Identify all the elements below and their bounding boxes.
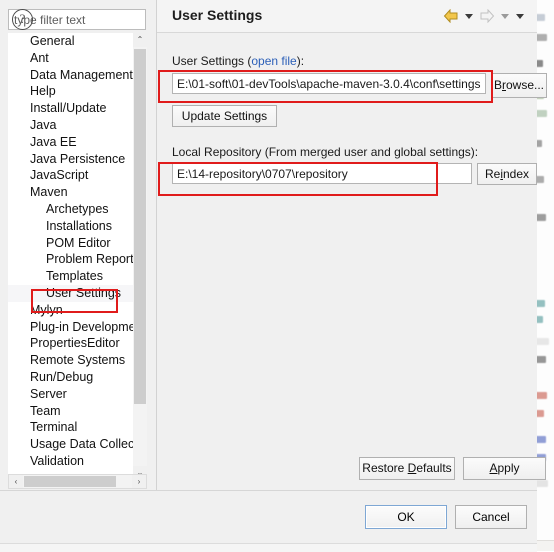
tree-item-label: PropertiesEditor	[30, 336, 120, 351]
tree-item[interactable]: Ant	[8, 50, 133, 67]
tree-item[interactable]: Terminal	[8, 419, 133, 436]
tree-item-label: Ant	[30, 50, 49, 65]
tree-item[interactable]: Install/Update	[8, 100, 133, 117]
scroll-up-icon[interactable]: ⌃	[133, 33, 147, 47]
user-settings-path-input[interactable]	[172, 73, 486, 94]
tree-item-label: Data Management	[30, 67, 133, 82]
tree-item-label: Run/Debug	[30, 369, 94, 384]
preferences-dialog: General Ant Data Management Help Install/Upd…	[0, 0, 547, 552]
settings-form: User Settings (open file): Browse... Upd…	[157, 33, 547, 480]
tree-item[interactable]: Java	[8, 117, 133, 134]
tree-item-label: Installations	[46, 218, 113, 233]
tree-item[interactable]: General	[8, 33, 133, 50]
tree-item-label: Maven	[30, 185, 68, 200]
tree-item[interactable]: Server	[8, 386, 133, 403]
tree-item[interactable]: POM Editor	[8, 235, 133, 252]
tree-item-label: Remote Systems	[30, 353, 126, 368]
tree-item[interactable]: JavaScript	[8, 167, 133, 184]
panel-header: User Settings	[157, 0, 537, 33]
tree-item[interactable]: Usage Data Collector	[8, 436, 133, 453]
tree-item[interactable]: Installations	[8, 218, 133, 235]
apply-button[interactable]: Apply	[463, 457, 546, 480]
tree-item[interactable]: Java EE	[8, 134, 133, 151]
help-icon[interactable]: ?	[12, 9, 33, 30]
tree-item[interactable]: Data Management	[8, 67, 133, 84]
reindex-button[interactable]: Reindex	[477, 163, 537, 185]
tree-item[interactable]: Validation	[8, 453, 133, 470]
tree-item-label: Terminal	[30, 420, 78, 435]
browse-button[interactable]: Browse...	[491, 73, 547, 98]
cancel-button[interactable]: Cancel	[455, 505, 527, 529]
tree-item-label: Problem Reporting	[46, 252, 133, 267]
tree-item-label: Validation	[30, 453, 84, 468]
tree-item[interactable]: Templates	[8, 268, 133, 285]
ok-button[interactable]: OK	[365, 505, 447, 529]
user-settings-label: User Settings (open file):	[172, 54, 304, 68]
back-history-dropdown-icon[interactable]	[462, 7, 476, 25]
tree-vertical-scroll-thumb[interactable]	[134, 49, 146, 404]
tree-item[interactable]: Team	[8, 403, 133, 420]
tree-vertical-scrollbar[interactable]: ⌃ ⌄	[133, 33, 147, 480]
tree-item-label: Team	[30, 403, 61, 418]
tree-item[interactable]: Archetypes	[8, 201, 133, 218]
tree-item[interactable]: Help	[8, 83, 133, 100]
tree-item[interactable]: Problem Reporting	[8, 251, 133, 268]
update-settings-button[interactable]: Update Settings	[172, 105, 277, 127]
tree-item[interactable]: User Settings	[8, 284, 133, 302]
forward-arrow-icon[interactable]	[477, 7, 497, 25]
tree-item-label: Server	[30, 386, 67, 401]
panel-nav-toolbar	[441, 7, 527, 25]
browse-button-label: Browse...	[493, 78, 545, 92]
restore-defaults-button[interactable]: Restore Defaults	[359, 457, 455, 480]
tree-item-label: Java	[30, 117, 57, 132]
panel-menu-caret-icon[interactable]	[513, 7, 527, 25]
back-arrow-icon[interactable]	[441, 7, 461, 25]
tree-item[interactable]: Remote Systems	[8, 352, 133, 369]
reindex-button-label: Reindex	[484, 167, 530, 181]
tree-item-label: Usage Data Collector	[30, 437, 133, 452]
forward-history-dropdown-icon[interactable]	[498, 7, 512, 25]
tree-item-label: General	[30, 34, 75, 48]
settings-panel: User Settings User Settings (open file):…	[156, 0, 547, 490]
preferences-tree-list: General Ant Data Management Help Install/Upd…	[8, 33, 133, 480]
apply-button-label: Apply	[489, 461, 520, 475]
preferences-tree[interactable]: General Ant Data Management Help Install/Upd…	[8, 33, 147, 480]
tree-item-label: JavaScript	[30, 168, 89, 183]
tree-horizontal-scroll-thumb[interactable]	[24, 476, 116, 487]
tree-item-label: Java EE	[30, 134, 77, 149]
local-repository-label: Local Repository (From merged user and g…	[172, 145, 479, 159]
tree-item[interactable]: Plug-in Development	[8, 319, 133, 336]
tree-item-label: Mylyn	[30, 302, 63, 317]
tree-item-label: Archetypes	[46, 201, 109, 216]
tree-item[interactable]: Mylyn	[8, 302, 133, 319]
tree-item-label: Install/Update	[30, 101, 107, 116]
tree-item[interactable]: PropertiesEditor	[8, 335, 133, 352]
restore-defaults-button-label: Restore Defaults	[362, 461, 452, 475]
tree-item-label: Java Persistence	[30, 151, 126, 166]
tree-horizontal-scrollbar[interactable]: ‹ ›	[8, 474, 147, 489]
tree-item-label: Help	[30, 84, 56, 99]
tree-item[interactable]: Maven	[8, 184, 133, 201]
local-repository-path-input[interactable]	[172, 163, 472, 184]
scroll-left-icon[interactable]: ‹	[9, 475, 23, 488]
user-settings-label-suffix: ):	[296, 54, 305, 68]
update-settings-button-label: Update Settings	[181, 109, 268, 123]
user-settings-label-prefix: User Settings (	[172, 54, 252, 68]
tree-item[interactable]: Java Persistence	[8, 151, 133, 168]
tree-item[interactable]: Run/Debug	[8, 369, 133, 386]
preferences-tree-pane: General Ant Data Management Help Install/Upd…	[0, 0, 155, 490]
tree-item-label: Templates	[46, 269, 103, 284]
tree-item-label: Plug-in Development	[30, 319, 133, 334]
tree-item-label: User Settings	[46, 285, 122, 300]
tree-item-label: POM Editor	[46, 235, 111, 250]
open-file-link[interactable]: open file	[251, 54, 296, 68]
page-title: User Settings	[172, 7, 263, 23]
scroll-right-icon[interactable]: ›	[132, 475, 146, 488]
